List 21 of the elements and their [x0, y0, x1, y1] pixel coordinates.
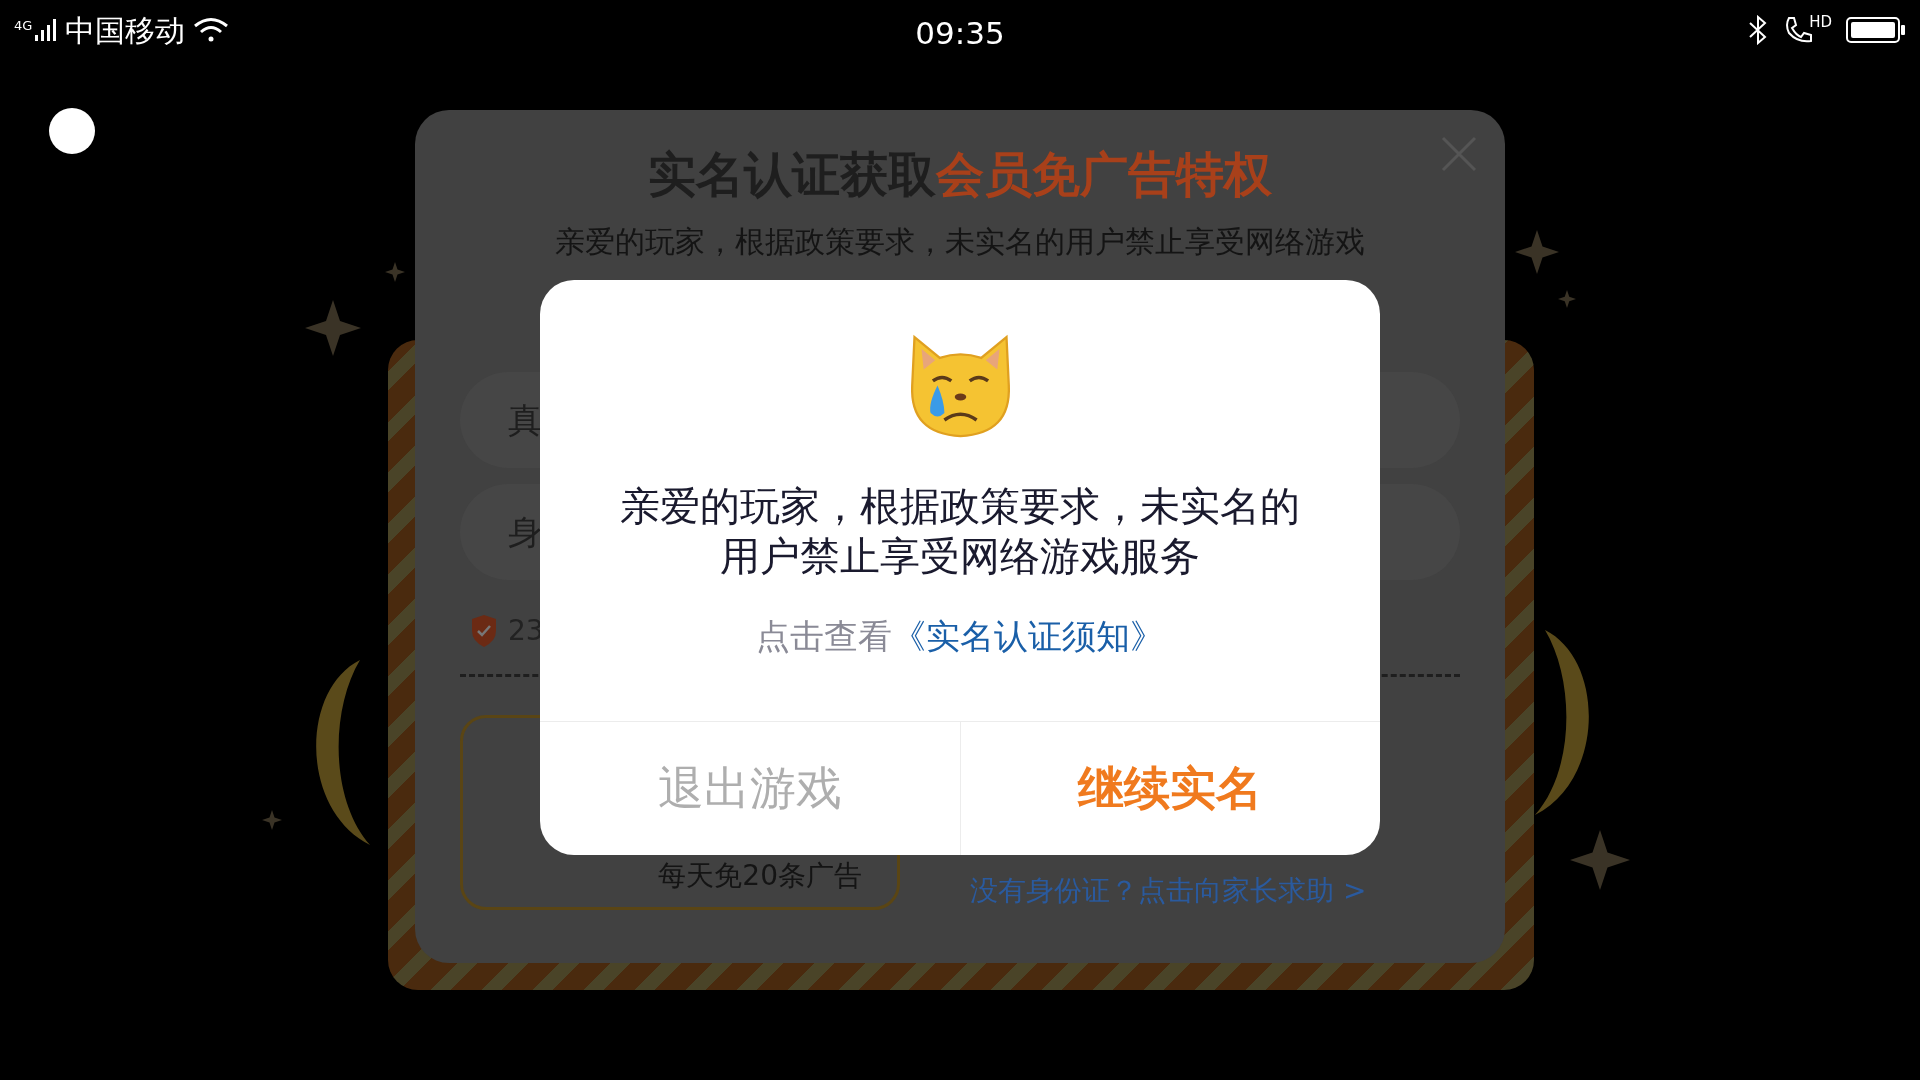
star-icon [262, 810, 282, 830]
star-icon [1558, 290, 1576, 308]
star-icon [385, 262, 405, 282]
help-link[interactable]: 没有身份证？点击向家长求助 > [970, 870, 1367, 912]
wifi-icon [193, 16, 230, 44]
notice-link[interactable]: 《实名认证须知》 [892, 611, 1164, 662]
link-prefix: 点击查看 [756, 615, 892, 658]
card-title-highlight: 会员免广告特权 [936, 145, 1272, 204]
carrier-name: 中国移动 [65, 11, 186, 50]
star-icon [1515, 230, 1559, 274]
signal-icon [35, 19, 58, 41]
dialog-button[interactable]: 继续实名 [959, 722, 1380, 855]
battery-icon [1846, 16, 1906, 44]
star-icon [1570, 830, 1630, 890]
hd-label: HD [1809, 15, 1832, 30]
shield-check-icon [470, 615, 498, 647]
clock: 09:35 [915, 14, 1005, 53]
dialog-button[interactable]: 退出游戏 [540, 722, 960, 855]
dialog-message: 亲爱的玩家，根据政策要求，未实名的用户禁止享受网络游戏服务 [619, 482, 1301, 581]
star-icon [305, 300, 361, 356]
network-type: 4G [14, 19, 33, 32]
